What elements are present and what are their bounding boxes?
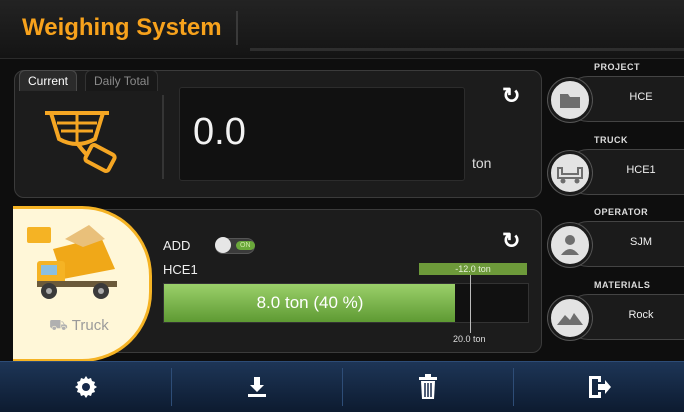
- gear-icon: [74, 376, 97, 398]
- tab-current[interactable]: Current: [19, 70, 78, 91]
- refresh-load-icon[interactable]: ↻: [502, 230, 520, 252]
- operator-icon: [548, 223, 592, 267]
- header-rule: [250, 48, 684, 51]
- offset-label: -12.0 ton: [419, 263, 527, 275]
- download-button[interactable]: [171, 362, 342, 412]
- materials-title: MATERIALS: [594, 280, 651, 290]
- bottom-toolbar: [0, 361, 684, 412]
- delete-button[interactable]: [342, 362, 513, 412]
- panel-divider: [162, 95, 164, 179]
- load-progress-text: 8.0 ton (40 %): [164, 293, 456, 313]
- operator-value: SJM: [630, 236, 652, 248]
- trash-icon: [418, 374, 437, 399]
- operator-title: OPERATOR: [594, 207, 649, 217]
- toggle-on-label: ON: [236, 241, 255, 250]
- truck-label: ⛟ Truck: [49, 317, 109, 336]
- folder-icon: [548, 78, 592, 122]
- operator-card[interactable]: OPERATOR SJM: [548, 207, 684, 267]
- load-value: 8.0: [256, 293, 281, 312]
- project-title: PROJECT: [594, 62, 641, 72]
- truck-label-text: Truck: [71, 317, 109, 334]
- truck-load-panel: ⛟ Truck ADD ON HCE1 ↻ -12.0 ton 8.0 ton …: [13, 206, 542, 362]
- truck-card[interactable]: TRUCK HCE1: [548, 135, 684, 195]
- truck-title: TRUCK: [594, 135, 628, 145]
- load-text: ton (40 %): [284, 293, 364, 312]
- capacity-marker: [470, 275, 471, 333]
- title-divider: [236, 11, 238, 45]
- dump-truck-icon: [27, 225, 117, 299]
- truck-value: HCE1: [626, 164, 656, 176]
- add-label: ADD: [163, 238, 191, 253]
- materials-card[interactable]: MATERIALS Rock: [548, 280, 684, 340]
- app-title: Weighing System: [22, 14, 222, 41]
- exit-icon: [588, 376, 611, 398]
- project-card[interactable]: PROJECT HCE: [548, 62, 684, 122]
- toggle-knob: [215, 237, 231, 253]
- materials-value: Rock: [628, 309, 654, 321]
- scale-icon: [45, 111, 117, 173]
- current-weight-panel: Current Daily Total 0.0 ton ↻: [14, 70, 542, 198]
- truck-id: HCE1: [163, 262, 198, 277]
- weight-unit: ton: [472, 155, 492, 171]
- exit-button[interactable]: [513, 362, 684, 412]
- project-value: HCE: [629, 91, 653, 103]
- refresh-weight-icon[interactable]: ↻: [502, 85, 520, 107]
- truck-icon: [548, 151, 592, 195]
- load-progress-bar: 8.0 ton (40 %): [163, 283, 529, 323]
- download-icon: [247, 377, 266, 397]
- tab-daily-total[interactable]: Daily Total: [85, 70, 159, 91]
- add-toggle[interactable]: ON: [215, 237, 255, 254]
- app-header: Weighing System: [0, 0, 684, 59]
- materials-icon: [548, 296, 592, 340]
- settings-button[interactable]: [0, 362, 171, 412]
- truck-small-icon: ⛟: [49, 317, 68, 334]
- capacity-label: 20.0 ton: [453, 334, 486, 344]
- truck-badge[interactable]: ⛟ Truck: [13, 206, 152, 362]
- current-weight-value: 0.0: [193, 111, 246, 153]
